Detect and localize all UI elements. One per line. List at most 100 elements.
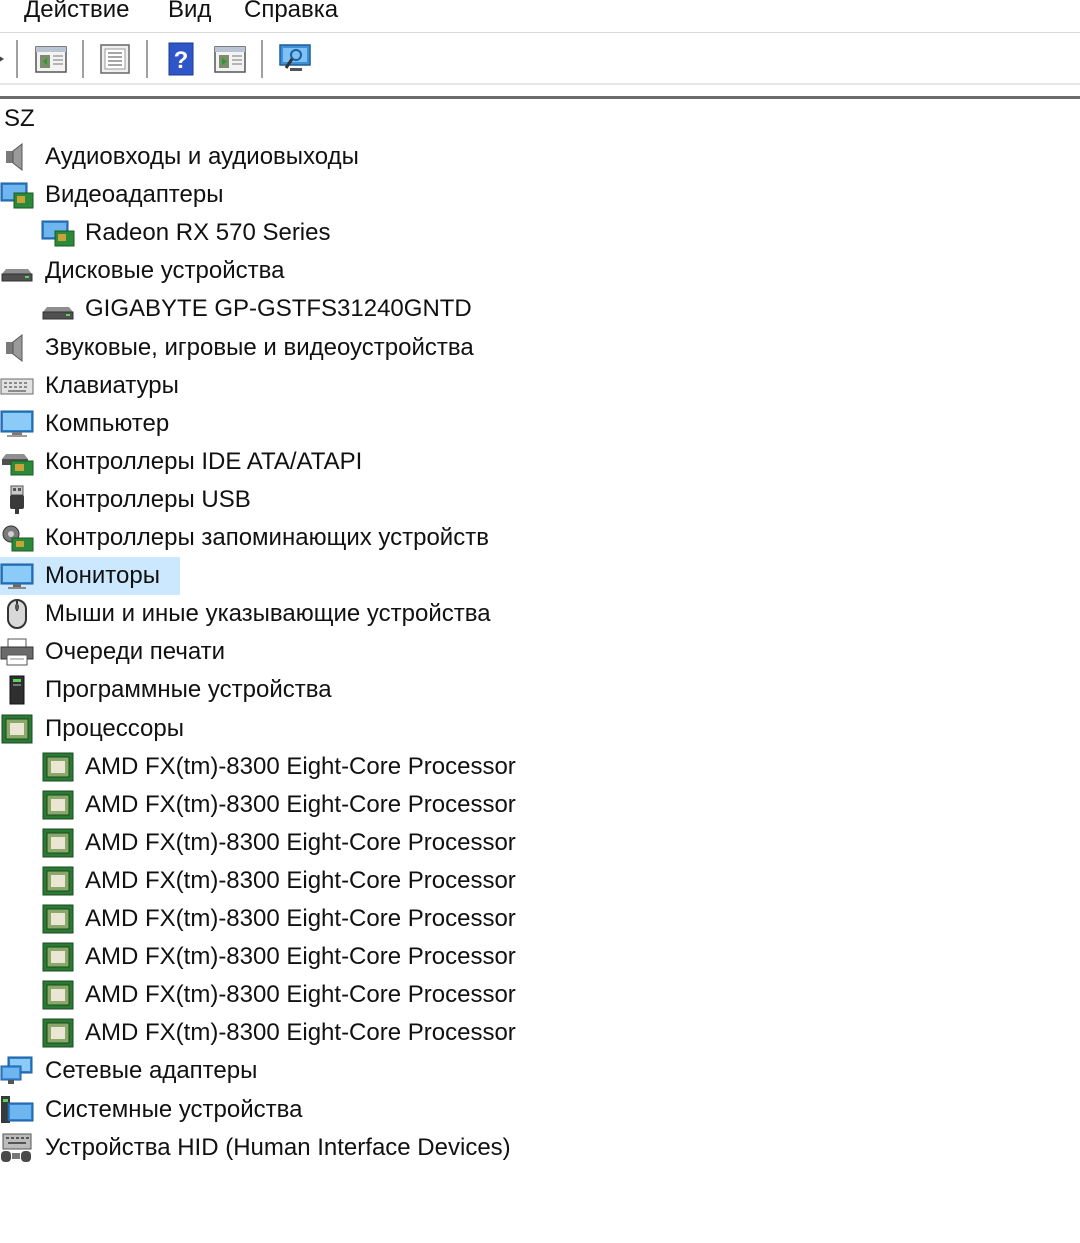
- tree-item-label: GIGABYTE GP-GSTFS31240GNTD: [85, 295, 472, 323]
- tree-category-item[interactable]: Системные устройства: [0, 1091, 1080, 1129]
- tree-item-label: AMD FX(tm)-8300 Eight-Core Processor: [85, 828, 516, 856]
- monitor-scan-icon[interactable]: [278, 42, 312, 76]
- toolbar-separator: [82, 40, 84, 78]
- printer-icon: [0, 637, 34, 667]
- tree-device-item[interactable]: AMD FX(tm)-8300 Eight-Core Processor: [0, 976, 1080, 1014]
- keyboard-icon: [0, 371, 34, 401]
- processor-icon: [41, 866, 75, 896]
- network-adapter-icon: [0, 1056, 34, 1086]
- tree-category-item[interactable]: Компьютер: [0, 405, 1080, 443]
- tree-item-label: AMD FX(tm)-8300 Eight-Core Processor: [85, 905, 516, 932]
- processor-icon: [41, 980, 75, 1010]
- tree-device-item[interactable]: AMD FX(tm)-8300 Eight-Core Processor: [0, 786, 1080, 824]
- tree-item-label: AMD FX(tm)-8300 Eight-Core Processor: [85, 866, 516, 894]
- tree-item-label: Контроллеры запоминающих устройств: [45, 524, 489, 551]
- menu-bar: Действие Вид Справка: [0, 0, 1080, 33]
- tree-category-item[interactable]: Мониторы: [0, 557, 1080, 596]
- properties-icon[interactable]: [34, 42, 68, 76]
- tree-item-label: Программные устройства: [45, 676, 332, 704]
- tree-category-item[interactable]: Сетевые адаптеры: [0, 1052, 1080, 1090]
- tree-item-label: Компьютер: [45, 409, 170, 437]
- storage-controller-icon: [0, 523, 34, 553]
- hid-icon: [0, 1133, 34, 1163]
- speaker-icon: [0, 333, 34, 363]
- tree-category-item[interactable]: Устройства HID (Human Interface Devices): [0, 1129, 1080, 1167]
- tree-device-item[interactable]: AMD FX(tm)-8300 Eight-Core Processor: [0, 748, 1080, 786]
- tree-item-label: Контроллеры USB: [45, 485, 251, 513]
- display-adapter-icon: [41, 218, 75, 248]
- tree-device-item[interactable]: AMD FX(tm)-8300 Eight-Core Processor: [0, 1014, 1080, 1052]
- processor-icon: [41, 752, 75, 782]
- tree-item-label: Контроллеры IDE ATA/ATAPI: [45, 447, 363, 475]
- tree-item-label: Системные устройства: [45, 1095, 303, 1123]
- monitor-icon: [0, 561, 34, 591]
- software-device-icon: [0, 675, 34, 705]
- tree-item-label: Видеоадаптеры: [45, 181, 224, 209]
- tree-item-label: AMD FX(tm)-8300 Eight-Core Processor: [85, 790, 516, 818]
- tree-device-item[interactable]: AMD FX(tm)-8300 Eight-Core Processor: [0, 938, 1080, 976]
- back-icon[interactable]: [0, 42, 12, 76]
- tree-category-item[interactable]: Видеоадаптеры: [0, 176, 1080, 214]
- list-icon[interactable]: [98, 42, 132, 76]
- tree-category-item[interactable]: Аудиовходы и аудиовыходы: [0, 138, 1080, 176]
- tree-category-item[interactable]: Клавиатуры: [0, 367, 1080, 405]
- menu-view[interactable]: Вид: [168, 0, 211, 25]
- tree-item-label: Аудиовходы и аудиовыходы: [45, 143, 359, 170]
- tree-item-label: Мыши и иные указывающие устройства: [45, 600, 491, 628]
- tree-item-label: AMD FX(tm)-8300 Eight-Core Processor: [85, 943, 516, 971]
- tree-item-label: Клавиатуры: [45, 371, 179, 399]
- processor-icon: [41, 904, 75, 934]
- tree-item-label: Очереди печати: [45, 638, 226, 666]
- toolbar-separator: [146, 40, 148, 78]
- menu-help[interactable]: Справка: [244, 0, 338, 25]
- ide-controller-icon: [0, 447, 34, 477]
- help-icon[interactable]: ?: [164, 42, 198, 76]
- svg-text:?: ?: [174, 47, 189, 74]
- disk-drive-icon: [0, 256, 34, 286]
- processor-icon: [41, 942, 75, 972]
- processor-icon: [41, 790, 75, 820]
- run-icon[interactable]: [213, 42, 247, 76]
- tree-root[interactable]: SZ: [0, 100, 1080, 138]
- tree-item-label: Процессоры: [45, 714, 184, 742]
- tree-category-item[interactable]: Программные устройства: [0, 671, 1080, 709]
- tree-item-label: Мониторы: [45, 562, 160, 590]
- processor-icon: [0, 714, 34, 744]
- tree-category-item[interactable]: Мыши и иные указывающие устройства: [0, 595, 1080, 633]
- tree-category-item[interactable]: Контроллеры IDE ATA/ATAPI: [0, 443, 1080, 481]
- tree-item-label: Дисковые устройства: [45, 257, 285, 285]
- display-adapter-icon: [0, 180, 34, 210]
- computer-icon: [0, 409, 34, 439]
- tree-category-item[interactable]: Процессоры: [0, 710, 1080, 748]
- tree-item-label: Устройства HID (Human Interface Devices): [45, 1133, 511, 1161]
- tree-category-item[interactable]: Контроллеры запоминающих устройств: [0, 519, 1080, 557]
- toolbar-separator: [16, 40, 18, 78]
- tree-item-label: Radeon RX 570 Series: [85, 219, 331, 247]
- toolbar-separator: [261, 40, 263, 78]
- tree-item-label: AMD FX(tm)-8300 Eight-Core Processor: [85, 752, 516, 780]
- processor-icon: [41, 828, 75, 858]
- tree-category-item[interactable]: Дисковые устройства: [0, 252, 1080, 290]
- tree-device-item[interactable]: AMD FX(tm)-8300 Eight-Core Processor: [0, 862, 1080, 900]
- usb-icon: [0, 485, 34, 515]
- speaker-icon: [0, 142, 34, 172]
- menu-action[interactable]: Действие: [24, 0, 130, 25]
- processor-icon: [41, 1018, 75, 1048]
- tree-category-item[interactable]: Звуковые, игровые и видеоустройства: [0, 329, 1080, 367]
- tree-device-item[interactable]: Radeon RX 570 Series: [0, 214, 1080, 252]
- toolbar: [0, 33, 1080, 85]
- tree-category-item[interactable]: Очереди печати: [0, 633, 1080, 671]
- tree-item-label: Звуковые, игровые и видеоустройства: [45, 333, 474, 361]
- tree-device-item[interactable]: GIGABYTE GP-GSTFS31240GNTD: [0, 290, 1080, 328]
- tree-category-item[interactable]: Контроллеры USB: [0, 481, 1080, 519]
- mouse-icon: [0, 599, 34, 630]
- disk-drive-icon: [41, 294, 75, 324]
- tree-item-label: AMD FX(tm)-8300 Eight-Core Processor: [85, 1019, 516, 1047]
- toolbar-divider: [0, 96, 1080, 99]
- tree-item-label: Сетевые адаптеры: [45, 1057, 258, 1085]
- tree-device-item[interactable]: AMD FX(tm)-8300 Eight-Core Processor: [0, 900, 1080, 938]
- system-devices-icon: [0, 1095, 34, 1125]
- tree-root-label: SZ: [4, 105, 35, 132]
- tree-item-label: AMD FX(tm)-8300 Eight-Core Processor: [85, 981, 516, 1009]
- tree-device-item[interactable]: AMD FX(tm)-8300 Eight-Core Processor: [0, 824, 1080, 862]
